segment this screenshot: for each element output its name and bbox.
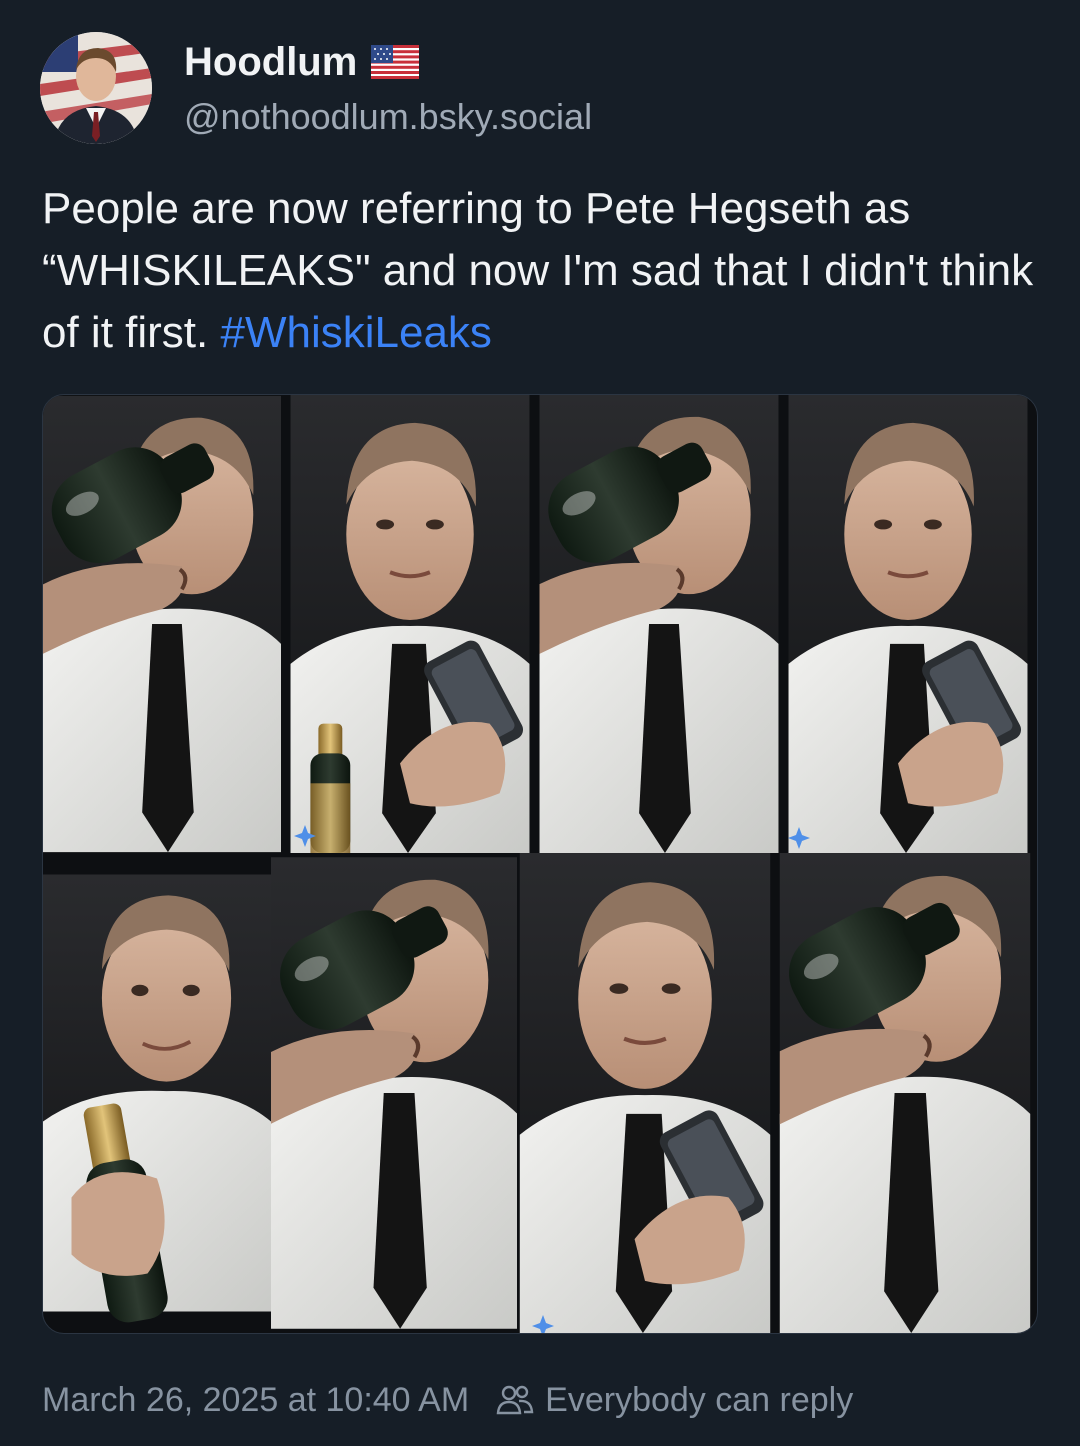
post: Hoodlum @nothoodlum.bsky.social People a… xyxy=(0,0,1080,1446)
post-body: People are now referring to Pete Hegseth… xyxy=(42,184,1034,357)
avatar[interactable] xyxy=(40,32,152,144)
author-handle[interactable]: @nothoodlum.bsky.social xyxy=(184,96,592,138)
hashtag-link[interactable]: #WhiskiLeaks xyxy=(220,308,491,357)
timestamp[interactable]: March 26, 2025 at 10:40 AM xyxy=(42,1381,469,1420)
post-text: People are now referring to Pete Hegseth… xyxy=(42,178,1042,364)
us-flag-icon xyxy=(371,45,420,79)
post-image[interactable] xyxy=(42,394,1038,1334)
people-icon xyxy=(496,1385,534,1415)
reply-setting-label: Everybody can reply xyxy=(545,1380,854,1419)
display-name[interactable]: Hoodlum xyxy=(184,40,357,85)
author-name-row: Hoodlum xyxy=(184,40,420,85)
post-footer: March 26, 2025 at 10:40 AM Everybody can… xyxy=(42,1378,853,1422)
reply-setting[interactable]: Everybody can reply xyxy=(495,1381,853,1420)
image-collage xyxy=(43,395,1037,1333)
